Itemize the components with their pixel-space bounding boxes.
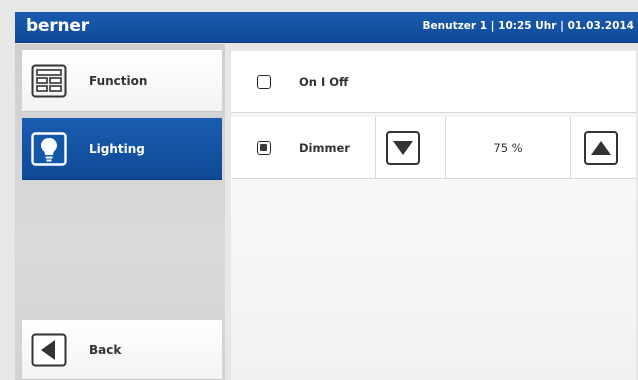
dimmer-value-cell: 75 % <box>445 117 570 179</box>
dimmer-decrease-button[interactable] <box>386 131 420 165</box>
on-off-label: On I Off <box>299 75 349 89</box>
on-off-checkbox[interactable] <box>257 75 271 89</box>
arrow-left-icon <box>31 333 67 367</box>
sidebar-item-label: Function <box>89 74 148 88</box>
back-label: Back <box>89 343 122 357</box>
status-info: Benutzer 1 | 10:25 Uhr | 01.03.2014 <box>422 20 634 32</box>
dimmer-label: Dimmer <box>299 141 350 155</box>
sidebar-item-function[interactable]: Function <box>22 50 222 112</box>
sidebar: Function Lighting Back <box>15 44 225 380</box>
dimmer-checkbox[interactable] <box>257 141 271 155</box>
function-grid-icon <box>31 64 67 98</box>
list-item-dimmer: Dimmer 75 % <box>231 117 636 179</box>
back-button[interactable]: Back <box>22 320 222 380</box>
sidebar-item-lighting[interactable]: Lighting <box>22 118 222 180</box>
dimmer-increase-button[interactable] <box>584 131 618 165</box>
sidebar-item-label: Lighting <box>89 142 145 156</box>
list-item-on-off[interactable]: On I Off <box>231 51 636 113</box>
dimmer-increase-cell <box>570 117 636 179</box>
light-bulb-icon <box>31 132 67 166</box>
main-panel: On I Off Dimmer 75 % <box>231 51 636 380</box>
arrow-down-icon <box>393 141 413 155</box>
brand-logo: berner <box>26 16 89 36</box>
arrow-up-icon <box>591 141 611 155</box>
dimmer-value: 75 % <box>493 141 523 155</box>
top-bar: berner Benutzer 1 | 10:25 Uhr | 01.03.20… <box>15 12 638 43</box>
dimmer-decrease-cell <box>375 117 445 179</box>
